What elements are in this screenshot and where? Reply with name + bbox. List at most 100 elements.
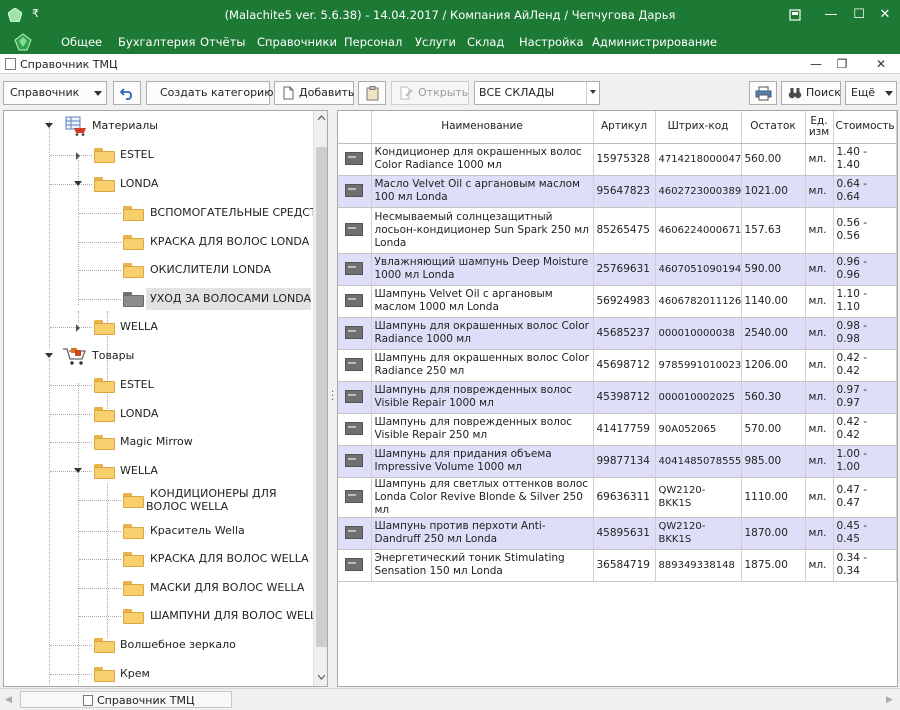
menu-administration[interactable]: Администрирование [592, 35, 717, 49]
tree-folder-node[interactable]: ESTEL [116, 144, 311, 166]
tree-folder-node[interactable]: МАСКИ ДЛЯ ВОЛОС WELLA [146, 577, 311, 599]
tree-folder-node[interactable]: WELLA [116, 316, 311, 338]
menu-general[interactable]: Общее [61, 35, 102, 49]
tree-connector [79, 299, 121, 300]
cell-item-icon [338, 381, 372, 414]
tree-node-label: Magic Mirrow [120, 435, 193, 448]
scroll-right-icon[interactable]: ▶ [886, 695, 893, 705]
tree-scrollbar-thumb[interactable] [316, 147, 327, 647]
folder-body [94, 323, 115, 335]
tree-folder-node[interactable]: ОКИСЛИТЕЛИ LONDA [146, 259, 311, 281]
maximize-button[interactable]: ☐ [846, 4, 872, 26]
col-header-stock[interactable]: Остаток [741, 111, 806, 144]
scroll-left-icon[interactable]: ◀ [5, 695, 12, 705]
table-row[interactable]: Шампунь против перхоти Anti-Dandruff 250… [338, 517, 897, 550]
menu-accounting[interactable]: Бухгалтерия [118, 35, 195, 49]
folder-body [123, 266, 144, 278]
print-button[interactable] [749, 81, 777, 105]
table-row[interactable]: Несмываемый солнцезащитный лосьон-кондиц… [338, 207, 897, 254]
table-row[interactable]: Шампунь для окрашенных волос Color Radia… [338, 317, 897, 350]
doc-close-button[interactable]: ✕ [870, 55, 892, 73]
table-row[interactable]: Масло Velvet Oil с аргановым маслом 100 … [338, 175, 897, 208]
binoculars-icon [788, 88, 802, 99]
item-card-icon [345, 262, 364, 276]
tree-folder-node[interactable]: LONDA [116, 403, 311, 425]
tree-folder-node[interactable]: ESTEL [116, 374, 311, 396]
table-row[interactable]: Шампунь для придания объема Impressive V… [338, 445, 897, 478]
doc-minimize-button[interactable]: — [805, 55, 827, 73]
panel-splitter[interactable]: · · · [331, 388, 334, 406]
table-row[interactable]: Шампунь для поврежденных волос Visible R… [338, 413, 897, 446]
col-header-barcode[interactable]: Штрих-код [655, 111, 742, 144]
tree-folder-node[interactable]: ВСПОМОГАТЕЛЬНЫЕ СРЕДСТВА [146, 202, 327, 224]
table-row[interactable]: Энергетический тоник Stimulating Sensati… [338, 549, 897, 582]
document-icon [5, 58, 16, 70]
clipboard-button[interactable] [358, 81, 386, 105]
tree-connector [49, 359, 50, 686]
col-header-name[interactable]: Наименование [371, 111, 594, 144]
item-card-icon [345, 326, 364, 340]
warehouse-select[interactable]: ВСЕ СКЛАДЫ [474, 81, 600, 105]
collapse-arrow-icon[interactable] [45, 123, 53, 128]
more-button[interactable]: Ещё [845, 81, 897, 105]
scroll-up-icon[interactable] [317, 115, 326, 121]
menu-reports[interactable]: Отчёты [200, 35, 245, 49]
tree-folder-node[interactable]: КРАСКА ДЛЯ ВОЛОС WELLA [146, 548, 311, 570]
tree-folder-node[interactable]: Волшебное зеркало [116, 634, 311, 656]
collapse-arrow-icon[interactable] [74, 468, 82, 473]
restore-icon[interactable] [782, 4, 808, 26]
col-header-article[interactable]: Артикул [593, 111, 656, 144]
col-header-cost[interactable]: Стоимость [833, 111, 897, 144]
tree-node-label: ШАМПУНИ ДЛЯ ВОЛОС WELLA [150, 609, 324, 622]
table-row[interactable]: Шампунь для окрашенных волос Color Radia… [338, 349, 897, 382]
back-button[interactable] [113, 81, 141, 105]
cell-barcode: 4606782011126 [655, 285, 742, 318]
menu-staff[interactable]: Персонал [344, 35, 402, 49]
tree-folder-node[interactable]: КОНДИЦИОНЕРЫ ДЛЯ ВОЛОС WELLA [146, 485, 311, 515]
tree-folder-node[interactable]: Крем [116, 663, 311, 685]
table-row[interactable]: Шампунь для поврежденных волос Visible R… [338, 381, 897, 414]
open-window-tab[interactable]: Справочник ТМЦ [20, 691, 232, 708]
search-button[interactable]: Поиск [781, 81, 841, 105]
mode-select[interactable]: Справочник [3, 81, 107, 105]
col-header-icon[interactable] [338, 111, 372, 144]
create-category-button[interactable]: Создать категорию [146, 81, 273, 105]
col-header-unit[interactable]: Ед. изм [805, 111, 834, 144]
expand-arrow-icon[interactable] [76, 152, 80, 160]
table-row[interactable]: Шампунь для светлых оттенков волос Londa… [338, 477, 897, 518]
cell-article: 95647823 [593, 175, 656, 208]
close-button[interactable]: ✕ [872, 4, 898, 26]
folder-body [94, 641, 115, 653]
table-row[interactable]: Кондиционер для окрашенных волос Color R… [338, 143, 897, 176]
tree-folder-node[interactable]: Magic Mirrow [116, 431, 311, 453]
tree-folder-node[interactable]: Краситель Wella [146, 520, 311, 542]
tree-folder-node[interactable]: WELLA [116, 460, 311, 482]
add-button[interactable]: Добавить [274, 81, 354, 105]
tree-folder-node[interactable]: КРАСКА ДЛЯ ВОЛОС LONDA [146, 231, 311, 253]
tree-root-node[interactable]: Товары [88, 345, 311, 367]
cell-barcode: 4606224000671 [655, 207, 742, 254]
tree-root-node[interactable]: Материалы [88, 115, 311, 137]
table-row[interactable]: Увлажняющий шампунь Deep Moisture 1000 м… [338, 253, 897, 286]
tree-folder-node[interactable]: ШАМПУНИ ДЛЯ ВОЛОС WELLA [146, 605, 324, 627]
open-button[interactable]: Открыть [391, 81, 469, 105]
tree-scrollbar[interactable] [313, 111, 327, 686]
table-row[interactable]: Шампунь Velvet Oil с аргановым маслом 10… [338, 285, 897, 318]
expand-arrow-icon[interactable] [76, 324, 80, 332]
cell-name: Шампунь против перхоти Anti-Dandruff 250… [371, 517, 594, 550]
menu-settings[interactable]: Настройка [519, 35, 584, 49]
menu-services[interactable]: Услуги [415, 35, 456, 49]
doc-restore-button[interactable]: ❐ [831, 55, 853, 73]
items-grid[interactable]: Наименование Артикул Штрих-код Остаток Е… [337, 110, 898, 687]
tree-folder-node[interactable]: LONDA [116, 173, 311, 195]
minimize-button[interactable]: — [818, 4, 844, 26]
scroll-down-icon[interactable] [317, 674, 326, 680]
folder-icon [94, 638, 115, 653]
collapse-arrow-icon[interactable] [45, 353, 53, 358]
menu-warehouse[interactable]: Склад [467, 35, 504, 49]
folder-icon [123, 493, 144, 508]
category-tree[interactable]: Материалы ESTEL LONDA ВСПОМОГАТЕЛЬНЫЕ СРЕДС… [3, 110, 328, 687]
menu-references[interactable]: Справочники [257, 35, 337, 49]
collapse-arrow-icon[interactable] [74, 181, 82, 186]
tree-folder-node[interactable]: УХОД ЗА ВОЛОСАМИ LONDA [146, 288, 311, 310]
